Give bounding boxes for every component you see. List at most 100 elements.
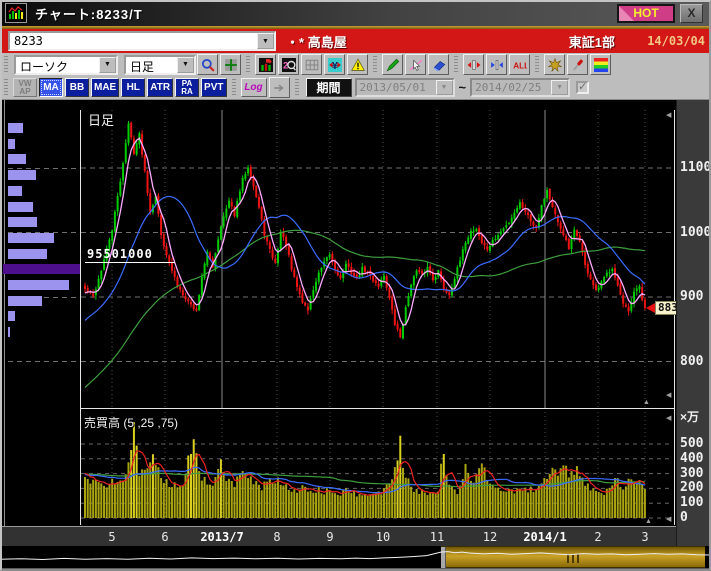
volume-by-price-panel	[8, 110, 81, 408]
time-tick-label: 5	[108, 530, 115, 544]
price-tick-label: 800	[680, 354, 703, 369]
history-minimap[interactable]	[0, 546, 711, 568]
zoom-2-icon[interactable]: 2	[278, 54, 299, 75]
stock-code-combo[interactable]: 8233 ▼	[8, 31, 276, 51]
stock-code-input[interactable]: 8233	[10, 33, 257, 49]
chart-window: チャート:8233/T HOT X 8233 ▼ ・* 高島屋 東証1部 14/…	[0, 0, 711, 571]
timeframe-combo[interactable]: 日足 ▼	[124, 55, 196, 75]
volume-tick-label: 0	[680, 510, 688, 525]
crosshair-grid-icon[interactable]	[220, 54, 241, 75]
pane-resize-arrow[interactable]: ▲	[645, 518, 652, 525]
price-tick-label: 1100	[680, 160, 711, 175]
volume-profile-bar	[8, 186, 22, 196]
scroll-up-arrow[interactable]: ◀	[666, 112, 671, 119]
stock-code-dropdown-icon[interactable]: ▼	[257, 33, 274, 49]
volume-tick-label: 300	[680, 466, 703, 481]
window-title: チャート:8233/T	[35, 4, 143, 23]
burst-icon[interactable]	[544, 54, 565, 75]
indicator-atr-button[interactable]: ATR	[147, 78, 173, 97]
time-tick-label: 2	[594, 530, 601, 544]
toolbar-grip[interactable]	[373, 56, 377, 73]
volume-profile-bar-highlight	[3, 264, 81, 274]
scroll-up-arrow[interactable]: ◀	[666, 415, 671, 422]
chart-type-dropdown-icon[interactable]: ▼	[99, 57, 116, 73]
all-bars-icon[interactable]: ALL	[509, 54, 530, 75]
volume-profile-bar	[8, 170, 36, 180]
screwdriver-icon[interactable]	[567, 54, 588, 75]
grid-off-icon[interactable]	[301, 54, 322, 75]
toolbar-grip[interactable]	[454, 56, 458, 73]
indicator-pvt-button[interactable]: PVT	[201, 78, 226, 97]
app-icon	[5, 3, 27, 23]
indicator-mae-button[interactable]: MAE	[91, 78, 119, 97]
close-button[interactable]: X	[680, 4, 703, 23]
log-scale-button[interactable]: Log	[241, 78, 267, 97]
period-from-dropdown-icon[interactable]: ▼	[436, 80, 453, 95]
period-to-dropdown-icon[interactable]: ▼	[551, 80, 568, 95]
pane-resize-arrow[interactable]: ▲	[643, 399, 650, 406]
toolbar-grip[interactable]	[246, 56, 250, 73]
period-to-combo[interactable]: 2014/02/25 ▼	[470, 78, 570, 97]
period-checkbox[interactable]: ✓	[576, 81, 589, 94]
time-tick-label: 3	[641, 530, 648, 544]
period-to-value[interactable]: 2014/02/25	[472, 80, 551, 95]
volume-profile-bar	[8, 139, 15, 149]
timeframe-value[interactable]: 日足	[126, 57, 177, 73]
cursor-line-icon[interactable]	[405, 54, 426, 75]
time-tick-label: 9	[326, 530, 333, 544]
title-bar[interactable]: チャート:8233/T HOT X	[0, 0, 711, 26]
zoom-icon[interactable]	[197, 54, 218, 75]
shrink-bars-icon[interactable]	[486, 54, 507, 75]
toolbar-grip[interactable]	[295, 79, 299, 96]
time-tick-label: 6	[161, 530, 168, 544]
volume-tick-label: 500	[680, 436, 703, 451]
period-from-value[interactable]: 2013/05/01	[357, 80, 436, 95]
price-tick-label: 900	[680, 289, 703, 304]
indicator-bb-button[interactable]: BB	[65, 78, 89, 97]
timeframe-dropdown-icon[interactable]: ▼	[177, 57, 194, 73]
volume-at-price-label: 95501000	[85, 247, 175, 263]
volume-profile-bar	[8, 154, 26, 164]
volume-profile-bar	[8, 296, 42, 306]
chart-pointer-icon[interactable]	[255, 54, 276, 75]
time-tick-label: 12	[483, 530, 497, 544]
price-arrow-icon	[646, 303, 655, 313]
scroll-down-arrow[interactable]: ◀	[666, 392, 671, 399]
period-button[interactable]: 期間	[306, 78, 352, 97]
time-tick-label: 8	[273, 530, 280, 544]
yen-scale-icon[interactable]: ¥	[324, 54, 345, 75]
indicator-hl-button[interactable]: HL	[121, 78, 145, 97]
stock-name-label: ・* 高島屋	[286, 32, 347, 51]
toolbar-grip[interactable]	[4, 56, 8, 73]
indicator-toolbar: VWAPMABBMAEHLATRPARAPVT Log 期間 2013/05/0…	[0, 76, 711, 100]
pane-divider[interactable]	[81, 408, 674, 409]
scroll-down-arrow[interactable]: ◀	[666, 516, 671, 523]
profile-gridline	[8, 168, 81, 169]
volume-unit-label: ×万	[680, 408, 699, 425]
link-button[interactable]	[269, 77, 290, 98]
palette-icon[interactable]	[590, 54, 611, 75]
volume-profile-bar	[8, 327, 10, 337]
toolbar-grip[interactable]	[232, 79, 236, 96]
volume-profile-bar	[8, 249, 47, 259]
workspace-groove	[4, 100, 5, 526]
eraser-icon[interactable]	[428, 54, 449, 75]
period-from-combo[interactable]: 2013/05/01 ▼	[355, 78, 455, 97]
indicator-para-button[interactable]: PARA	[175, 78, 199, 97]
volume-tick-label: 400	[680, 451, 703, 466]
chart-toolbar: ローソク ▼ 日足 ▼ 2 ¥ ALL	[0, 53, 711, 76]
market-label: 東証1部	[569, 32, 615, 51]
chart-type-value[interactable]: ローソク	[16, 57, 99, 73]
svg-text:ALL: ALL	[513, 61, 527, 70]
alert-icon[interactable]	[347, 54, 368, 75]
indicator-vwap-button[interactable]: VWAP	[13, 78, 37, 97]
chart-type-combo[interactable]: ローソク ▼	[14, 55, 118, 75]
pencil-icon[interactable]	[382, 54, 403, 75]
hot-button[interactable]: HOT	[617, 4, 675, 23]
indicator-ma-button[interactable]: MA	[39, 78, 63, 97]
period-tilde: ~	[459, 80, 467, 95]
volume-tick-label: 100	[680, 495, 703, 510]
toolbar-grip[interactable]	[4, 79, 8, 96]
toolbar-grip[interactable]	[535, 56, 539, 73]
expand-bars-icon[interactable]	[463, 54, 484, 75]
